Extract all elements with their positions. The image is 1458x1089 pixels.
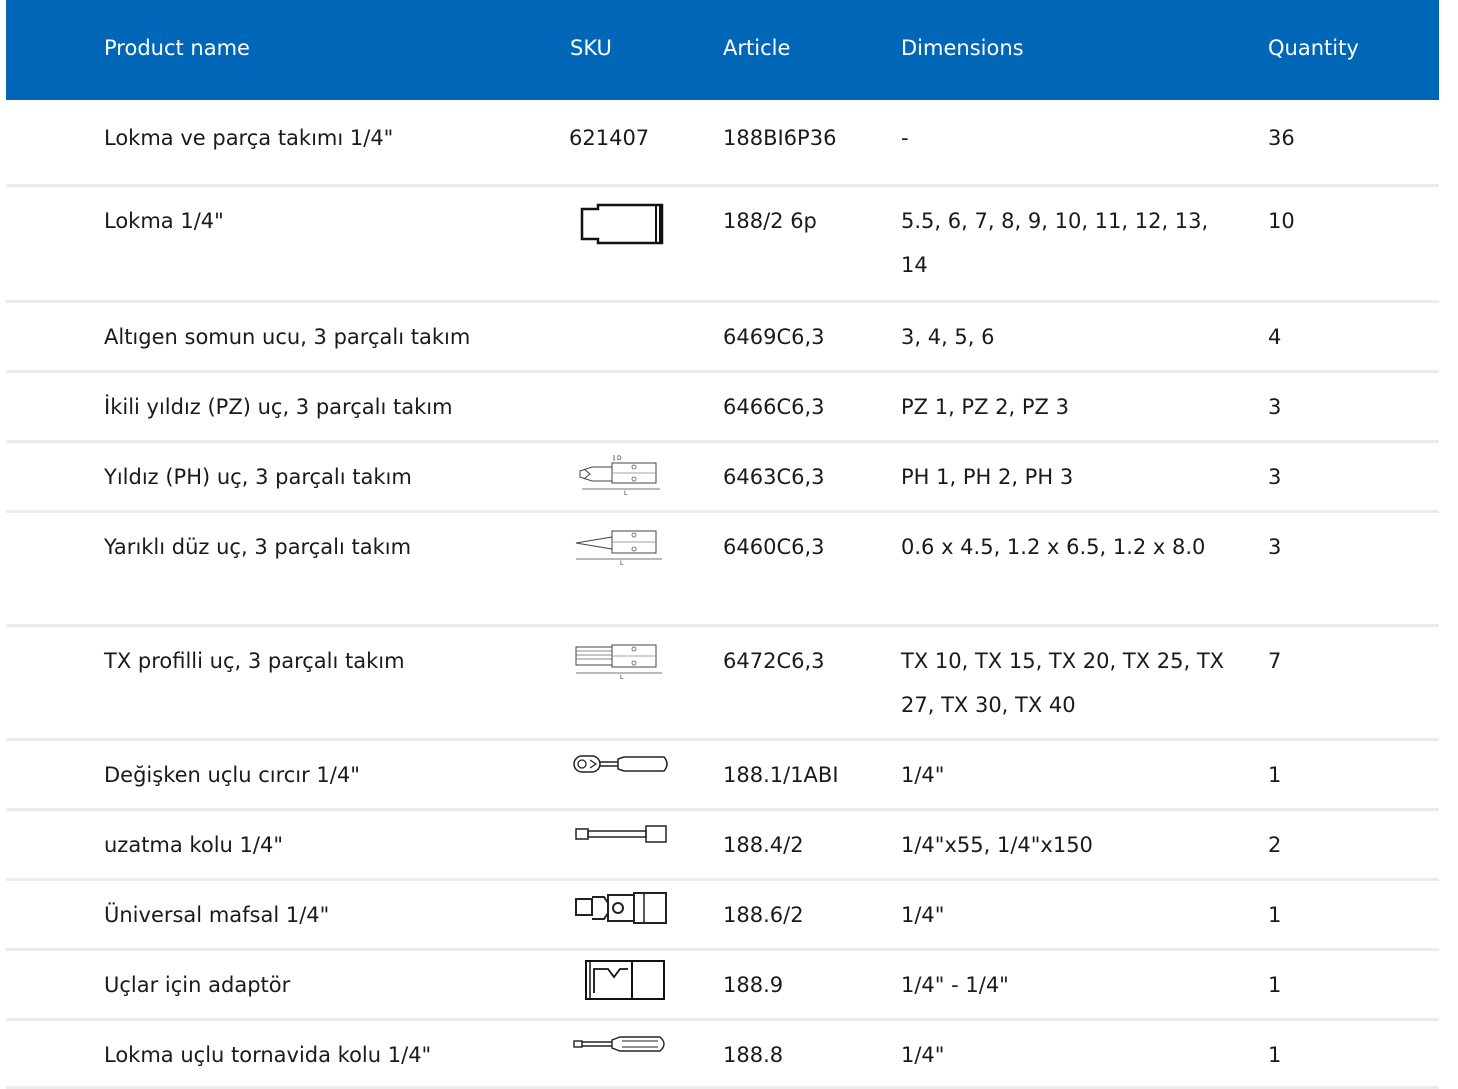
article-cell: 188.8 <box>723 1043 784 1067</box>
table-row: Lokma uçlu tornavida kolu 1/4" 188.8 1/4… <box>6 1021 1439 1089</box>
product-name-cell: uzatma kolu 1/4" <box>104 833 283 857</box>
dimensions-cell: 0.6 x 4.5, 1.2 x 6.5, 1.2 x 8.0 <box>901 535 1206 559</box>
table-row: Lokma ve parça takımı 1/4" 621407 188BI6… <box>6 100 1439 187</box>
product-name-cell: İkili yıldız (PZ) uç, 3 parçalı takım <box>104 395 453 419</box>
product-name-cell: Değişken uçlu cırcır 1/4" <box>104 763 360 787</box>
dimensions-cell: PZ 1, PZ 2, PZ 3 <box>901 395 1069 419</box>
sku-cell: 621407 <box>569 126 650 150</box>
quantity-cell: 3 <box>1268 465 1282 489</box>
header-dimensions[interactable]: Dimensions <box>901 34 1024 62</box>
ratchet-icon <box>572 753 672 777</box>
table-row: TX profilli uç, 3 parçalı takım L 6472C6… <box>6 627 1439 741</box>
bit-adapter-icon <box>584 959 668 1001</box>
dimensions-cell: 5.5, 6, 7, 8, 9, 10, 11, 12, 13, 14 <box>901 209 1209 277</box>
quantity-cell: 7 <box>1268 649 1282 673</box>
dimensions-cell: PH 1, PH 2, PH 3 <box>901 465 1074 489</box>
quantity-cell: 1 <box>1268 903 1282 927</box>
article-cell: 6466C6,3 <box>723 395 825 419</box>
article-cell: 6469C6,3 <box>723 325 825 349</box>
svg-text:L: L <box>620 560 624 565</box>
table-row: Uçlar için adaptör 188.9 1/4" - 1/4" 1 <box>6 951 1439 1021</box>
product-name-cell: Altıgen somun ucu, 3 parçalı takım <box>104 325 471 349</box>
table-row: İkili yıldız (PZ) uç, 3 parçalı takım 64… <box>6 373 1439 443</box>
article-cell: 188.1/1ABI <box>723 763 839 787</box>
dimensions-cell: - <box>901 126 909 150</box>
dimensions-cell: TX 10, TX 15, TX 20, TX 25, TX 27, TX 30… <box>901 649 1225 717</box>
product-name-cell: TX profilli uç, 3 parçalı takım <box>104 649 405 673</box>
product-table: Product name SKU Article Dimensions Quan… <box>6 0 1439 1089</box>
quantity-cell: 36 <box>1268 126 1295 150</box>
table-row: Yıldız (PH) uç, 3 parçalı takım D L 6463… <box>6 443 1439 513</box>
article-cell: 188.9 <box>723 973 784 997</box>
table-row: Yarıklı düz uç, 3 parçalı takım L 6460C6… <box>6 513 1439 627</box>
dimensions-cell: 1/4"x55, 1/4"x150 <box>901 833 1093 857</box>
quantity-cell: 3 <box>1268 395 1282 419</box>
product-name-cell: Uçlar için adaptör <box>104 973 291 997</box>
dimensions-cell: 1/4" <box>901 903 945 927</box>
svg-text:L: L <box>620 674 624 679</box>
product-name-cell: Lokma 1/4" <box>104 209 224 233</box>
product-name-cell: Yarıklı düz uç, 3 parçalı takım <box>104 535 412 559</box>
table-row: uzatma kolu 1/4" 188.4/2 1/4"x55, 1/4"x1… <box>6 811 1439 881</box>
table-row: Değişken uçlu cırcır 1/4" 188.1/1ABI 1/4… <box>6 741 1439 811</box>
quantity-cell: 1 <box>1268 973 1282 997</box>
quantity-cell: 4 <box>1268 325 1282 349</box>
header-quantity[interactable]: Quantity <box>1268 34 1359 62</box>
slotted-bit-icon: L <box>572 519 668 565</box>
screwdriver-handle-icon <box>572 1033 672 1055</box>
dimensions-cell: 1/4" - 1/4" <box>901 973 1009 997</box>
article-cell: 6460C6,3 <box>723 535 825 559</box>
phillips-bit-icon: D L <box>576 451 668 495</box>
table-header: Product name SKU Article Dimensions Quan… <box>6 0 1439 100</box>
quantity-cell: 1 <box>1268 1043 1282 1067</box>
quantity-cell: 1 <box>1268 763 1282 787</box>
table-row: Üniversal mafsal 1/4" 188.6/2 1/4" 1 <box>6 881 1439 951</box>
table-row: Altıgen somun ucu, 3 parçalı takım 6469C… <box>6 303 1439 373</box>
dimensions-cell: 1/4" <box>901 1043 945 1067</box>
svg-text:L: L <box>624 490 628 495</box>
header-product-name[interactable]: Product name <box>104 34 250 62</box>
socket-icon <box>580 201 670 247</box>
quantity-cell: 2 <box>1268 833 1282 857</box>
article-cell: 6472C6,3 <box>723 649 825 673</box>
product-name-cell: Lokma ve parça takımı 1/4" <box>104 126 394 150</box>
universal-joint-icon <box>574 891 670 925</box>
table-row: Lokma 1/4" 188/2 6p 5.5, 6, 7, 8, 9, 10,… <box>6 187 1439 303</box>
article-cell: 188.6/2 <box>723 903 804 927</box>
article-cell: 188BI6P36 <box>723 126 837 150</box>
article-cell: 188.4/2 <box>723 833 804 857</box>
article-cell: 6463C6,3 <box>723 465 825 489</box>
svg-text:D: D <box>617 455 622 462</box>
header-sku[interactable]: SKU <box>570 34 612 62</box>
dimensions-cell: 3, 4, 5, 6 <box>901 325 995 349</box>
quantity-cell: 3 <box>1268 535 1282 559</box>
quantity-cell: 10 <box>1268 209 1295 233</box>
product-name-cell: Lokma uçlu tornavida kolu 1/4" <box>104 1043 432 1067</box>
torx-bit-icon: L <box>572 633 668 679</box>
extension-bar-icon <box>574 823 670 845</box>
product-name-cell: Üniversal mafsal 1/4" <box>104 903 330 927</box>
product-name-cell: Yıldız (PH) uç, 3 parçalı takım <box>104 465 412 489</box>
dimensions-cell: 1/4" <box>901 763 945 787</box>
header-article[interactable]: Article <box>723 34 790 62</box>
article-cell: 188/2 6p <box>723 209 817 233</box>
